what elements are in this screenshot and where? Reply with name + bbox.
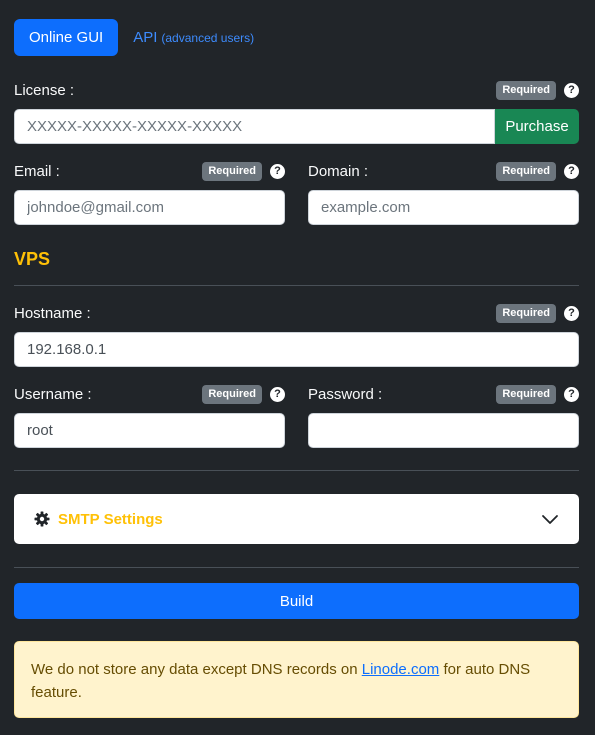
divider	[14, 567, 579, 568]
vps-setup-form: Online GUI API (advanced users) License …	[0, 0, 595, 735]
help-icon[interactable]: ?	[564, 82, 579, 98]
help-icon[interactable]: ?	[564, 305, 579, 321]
linode-link[interactable]: Linode.com	[362, 661, 440, 678]
tab-api[interactable]: API (advanced users)	[133, 29, 254, 46]
domain-field[interactable]	[308, 190, 579, 225]
chevron-down-icon	[542, 515, 558, 524]
hostname-field[interactable]	[14, 332, 579, 367]
required-badge: Required	[496, 303, 556, 323]
hostname-label: Hostname :	[14, 304, 91, 322]
divider	[14, 470, 579, 471]
help-icon[interactable]: ?	[564, 163, 579, 179]
required-badge: Required	[496, 384, 556, 404]
domain-label: Domain :	[308, 162, 369, 180]
help-icon[interactable]: ?	[270, 386, 285, 402]
license-input[interactable]	[14, 109, 495, 144]
build-button[interactable]: Build	[14, 583, 579, 619]
required-badge: Required	[202, 161, 262, 181]
email-field[interactable]	[14, 190, 285, 225]
divider	[14, 285, 579, 286]
license-label-row: License : Required ?	[14, 80, 579, 100]
tab-api-note: (advanced users)	[161, 31, 255, 45]
username-label: Username :	[14, 385, 92, 403]
required-badge: Required	[496, 161, 556, 181]
username-field[interactable]	[14, 413, 285, 448]
help-icon[interactable]: ?	[564, 386, 579, 402]
mode-tabs: Online GUI API (advanced users)	[14, 19, 254, 56]
vps-section-title: VPS	[14, 249, 51, 269]
password-field[interactable]	[308, 413, 579, 448]
help-icon[interactable]: ?	[270, 163, 285, 179]
domain-label-row: Domain : Required ?	[308, 161, 579, 181]
license-input-group: Purchase	[14, 109, 579, 144]
alert-text-start: We do not store any data except DNS reco…	[31, 661, 362, 678]
password-label: Password :	[308, 385, 383, 403]
tab-online-gui[interactable]: Online GUI	[14, 19, 119, 56]
info-alert: We do not store any data except DNS reco…	[14, 641, 579, 718]
smtp-settings-accordion[interactable]: SMTP Settings	[14, 494, 579, 544]
required-badge: Required	[202, 384, 262, 404]
email-label-row: Email : Required ?	[14, 161, 285, 181]
hostname-label-row: Hostname : Required ?	[14, 303, 579, 323]
license-label: License :	[14, 81, 75, 99]
username-label-row: Username : Required ?	[14, 384, 285, 404]
tab-api-label: API	[133, 29, 158, 46]
smtp-settings-title: SMTP Settings	[58, 510, 163, 528]
required-badge: Required	[496, 80, 556, 100]
purchase-button[interactable]: Purchase	[495, 109, 579, 144]
email-label: Email :	[14, 162, 60, 180]
password-label-row: Password : Required ?	[308, 384, 579, 404]
gear-icon	[34, 511, 50, 527]
